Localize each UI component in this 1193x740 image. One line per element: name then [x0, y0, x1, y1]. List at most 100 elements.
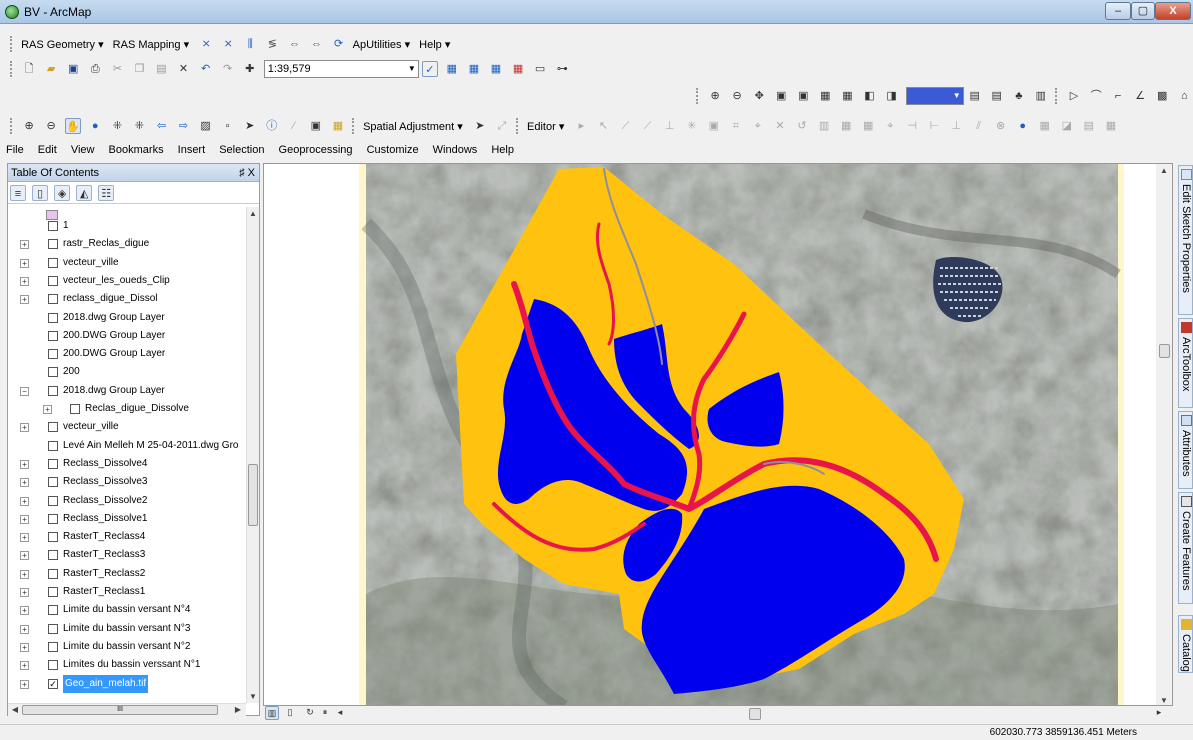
- flowpath-icon[interactable]: ⫼: [242, 36, 258, 52]
- list-by-source-icon[interactable]: ▯: [32, 185, 49, 201]
- storage-icon[interactable]: ⟳: [331, 36, 347, 52]
- layer-visibility-checkbox[interactable]: ✓: [48, 678, 58, 689]
- menu-windows[interactable]: Windows: [433, 144, 478, 156]
- georeferencing-icon[interactable]: ●: [1015, 118, 1031, 134]
- measure-icon[interactable]: ▦: [330, 118, 346, 134]
- menu-edit[interactable]: Edit: [38, 144, 57, 156]
- expand-icon[interactable]: +: [20, 661, 29, 671]
- layer-name[interactable]: vecteur_ville: [63, 254, 119, 272]
- layer-name[interactable]: 2018.dwg Group Layer: [63, 309, 165, 327]
- expand-icon[interactable]: +: [20, 496, 29, 506]
- table-of-contents-icon[interactable]: ▦: [444, 61, 460, 77]
- layer-name[interactable]: Limite du bassin versant N°3: [63, 620, 190, 638]
- layer-visibility-checkbox[interactable]: [48, 513, 58, 524]
- attributes-icon[interactable]: ▣: [706, 118, 722, 134]
- snapping-icon[interactable]: ▦: [838, 118, 854, 134]
- toc-pin-close-buttons[interactable]: ♯ X: [239, 164, 255, 182]
- expand-icon[interactable]: +: [20, 533, 29, 543]
- go-back-extent-icon[interactable]: ◧: [862, 88, 878, 104]
- menu-help[interactable]: Help: [491, 144, 514, 156]
- parcel-icon[interactable]: ▦: [1037, 118, 1053, 134]
- map-scroll-up-arrow-icon[interactable]: ▲: [1158, 166, 1170, 175]
- menu-geoprocessing[interactable]: Geoprocessing: [279, 144, 353, 156]
- catalog-tab[interactable]: Catalog: [1178, 615, 1193, 673]
- close-button[interactable]: X: [1155, 2, 1191, 20]
- layer-visibility-checkbox[interactable]: [48, 458, 58, 469]
- layer-visibility-checkbox[interactable]: [48, 349, 58, 360]
- layer-name[interactable]: RasterT_Reclass4: [63, 528, 145, 546]
- toc-horizontal-scrollbar[interactable]: ◀ III ▶: [8, 703, 246, 716]
- full-extent-globe-icon[interactable]: ●: [87, 118, 103, 134]
- fixed-zoom-out-icon[interactable]: ▦: [839, 88, 855, 104]
- map-canvas[interactable]: [264, 164, 1173, 706]
- expand-icon[interactable]: +: [20, 679, 29, 689]
- pan-page-icon[interactable]: ✥: [751, 88, 767, 104]
- scene-icon[interactable]: ▩: [1154, 88, 1170, 104]
- trace-icon[interactable]: ⟋: [640, 118, 656, 134]
- layer-visibility-checkbox[interactable]: [48, 385, 58, 396]
- aputilities-menu[interactable]: ApUtilities ▾: [353, 38, 410, 51]
- search-window-icon[interactable]: ▦: [488, 61, 504, 77]
- layer-visibility-checkbox[interactable]: [48, 550, 58, 561]
- geometric-network-icon[interactable]: ▦: [1103, 118, 1119, 134]
- list-by-drawing-order-icon[interactable]: ≡: [10, 185, 26, 201]
- expand-icon[interactable]: +: [20, 569, 29, 579]
- sketch-properties-icon[interactable]: ⌗: [728, 118, 744, 134]
- arctoolbox-tab[interactable]: ArcToolbox: [1178, 318, 1193, 408]
- edit-vertices-icon[interactable]: ▸: [573, 118, 589, 134]
- zoom-out-icon[interactable]: ⊖: [43, 118, 59, 134]
- create-features-tab[interactable]: Create Features: [1178, 492, 1193, 604]
- layer-name[interactable]: vecteur_les_oueds_Clip: [63, 272, 170, 290]
- intersection-icon[interactable]: ⫽: [971, 118, 987, 134]
- menu-selection[interactable]: Selection: [219, 144, 264, 156]
- layer-visibility-checkbox[interactable]: [48, 641, 58, 652]
- globe-view-icon[interactable]: ⌂: [1176, 88, 1192, 104]
- change-layout-icon[interactable]: ♣: [1011, 88, 1027, 104]
- edit-sketch-properties-tab[interactable]: Edit Sketch Properties: [1178, 165, 1193, 315]
- select-features-icon[interactable]: ▨: [198, 118, 214, 134]
- grid-icon[interactable]: ▤: [1081, 118, 1097, 134]
- toc-hscroll-thumb[interactable]: III: [22, 705, 218, 715]
- editor-menu[interactable]: Editor ▾: [527, 120, 564, 133]
- layer-visibility-checkbox[interactable]: [48, 477, 58, 488]
- toolbar-grip[interactable]: [10, 61, 14, 77]
- rotate-icon[interactable]: ✳: [684, 118, 700, 134]
- help-menu[interactable]: Help ▾: [419, 38, 450, 51]
- create-features-icon[interactable]: ⌖: [750, 118, 766, 134]
- expand-icon[interactable]: +: [20, 240, 29, 250]
- fixed-zoom-in-icon[interactable]: ▦: [817, 88, 833, 104]
- levee-icon[interactable]: ≶: [264, 36, 280, 52]
- menu-file[interactable]: File: [6, 144, 24, 156]
- expand-icon[interactable]: +: [20, 514, 29, 524]
- add-data-icon[interactable]: ✚: [242, 61, 258, 77]
- scroll-left-small-icon[interactable]: ◂: [333, 706, 347, 720]
- list-by-visibility-icon[interactable]: ◈: [54, 185, 71, 201]
- layer-visibility-checkbox[interactable]: [48, 422, 58, 433]
- paste-icon[interactable]: ▤: [153, 61, 169, 77]
- cross-section-icon[interactable]: ⨯: [198, 36, 214, 52]
- layer-name[interactable]: Limite du bassin versant N°2: [63, 638, 190, 656]
- python-window-icon[interactable]: ▭: [532, 61, 548, 77]
- layer-name[interactable]: Reclass_Dissolve2: [63, 492, 147, 510]
- clear-selection-icon[interactable]: ▫: [220, 118, 236, 134]
- expand-icon[interactable]: +: [20, 459, 29, 469]
- layer-visibility-checkbox[interactable]: [48, 367, 58, 378]
- layer-name[interactable]: Limites du bassin verssant N°1: [63, 656, 200, 674]
- open-folder-icon[interactable]: ▰: [43, 61, 59, 77]
- new-document-icon[interactable]: 🗋: [21, 61, 37, 77]
- extend-icon[interactable]: ⊢: [926, 118, 942, 134]
- table-icon[interactable]: ▥: [816, 118, 832, 134]
- layer-name[interactable]: rastr_Reclas_digue: [63, 235, 149, 253]
- data-view-icon[interactable]: ▥: [265, 706, 279, 720]
- layer-visibility-checkbox[interactable]: [48, 294, 58, 305]
- toc-vertical-scrollbar[interactable]: ▲ ▼: [246, 207, 259, 703]
- expand-icon[interactable]: +: [20, 276, 29, 286]
- menu-bookmarks[interactable]: Bookmarks: [109, 144, 164, 156]
- layer-name[interactable]: Reclas_digue_Dissolve: [85, 400, 189, 418]
- zoom-in-icon[interactable]: ⊕: [21, 118, 37, 134]
- expand-icon[interactable]: +: [20, 588, 29, 597]
- list-by-selection-icon[interactable]: ◭: [76, 185, 93, 201]
- layer-name[interactable]: Geo_ain_melah.tif: [63, 674, 149, 693]
- ras-mapping-menu[interactable]: RAS Mapping ▾: [113, 38, 189, 51]
- layer-visibility-checkbox[interactable]: [48, 239, 58, 250]
